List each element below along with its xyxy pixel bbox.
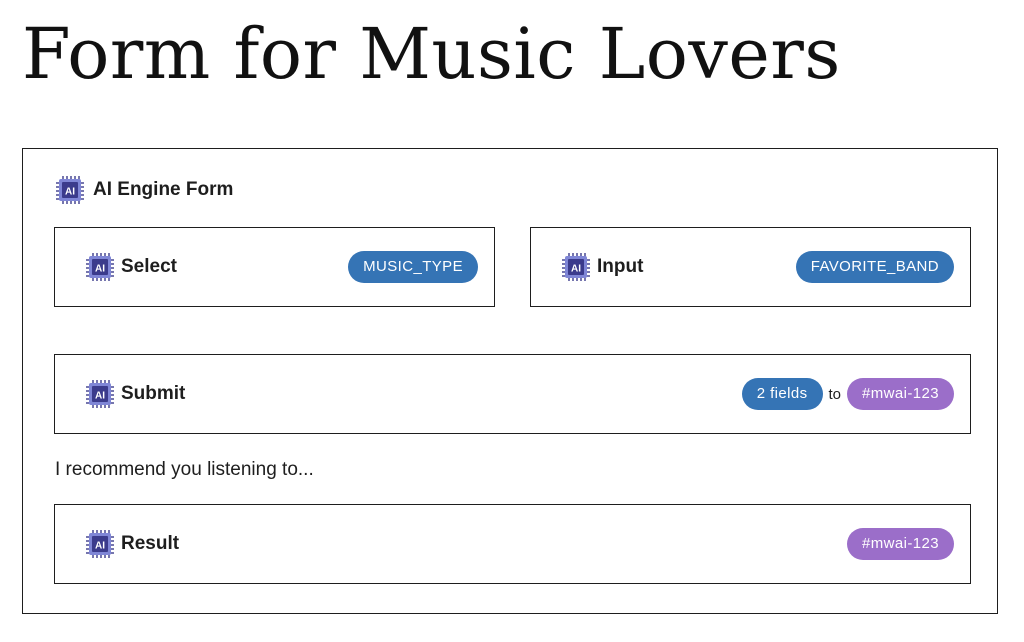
field-name-badge: FAVORITE_BAND [795,251,954,283]
input-block[interactable]: AI Input FAVORITE_BAND [530,227,971,307]
ai-chip-icon: AI [86,530,114,558]
to-text: to [828,385,842,403]
ai-chip-icon: AI [86,253,114,281]
svg-text:AI: AI [65,187,75,198]
paragraph-text[interactable]: I recommend you listening to... [55,459,314,481]
result-block[interactable]: AI Result #mwai-123 [54,504,971,584]
svg-text:AI: AI [571,264,581,275]
ai-chip-icon: AI [86,380,114,408]
result-block-head: AI Result [85,529,179,559]
output-target-badge: #mwai-123 [847,378,954,410]
field-name-badge: MUSIC_TYPE [348,251,478,283]
input-block-label: Input [597,256,644,277]
ai-chip-icon: AI [56,176,84,204]
submit-block-head: AI Submit [85,379,185,409]
fields-count-badge: 2 fields [741,378,823,410]
submit-block-label: Submit [121,383,186,404]
ai-engine-form-container[interactable]: AI AI Engine Form AI Select MUSIC_TYPE A… [22,148,998,614]
form-header: AI AI Engine Form [55,175,233,205]
result-block-label: Result [121,533,180,554]
input-block-head: AI Input [561,252,643,282]
output-target-badge: #mwai-123 [847,528,954,560]
select-block[interactable]: AI Select MUSIC_TYPE [54,227,495,307]
page-title: Form for Music Lovers [22,13,841,95]
ai-chip-icon: AI [562,253,590,281]
submit-block[interactable]: AI Submit 2 fields to #mwai-123 [54,354,971,434]
svg-text:AI: AI [95,541,105,552]
form-header-label: AI Engine Form [93,179,234,200]
select-block-label: Select [121,256,177,277]
svg-text:AI: AI [95,391,105,402]
select-block-head: AI Select [85,252,177,282]
svg-text:AI: AI [95,264,105,275]
